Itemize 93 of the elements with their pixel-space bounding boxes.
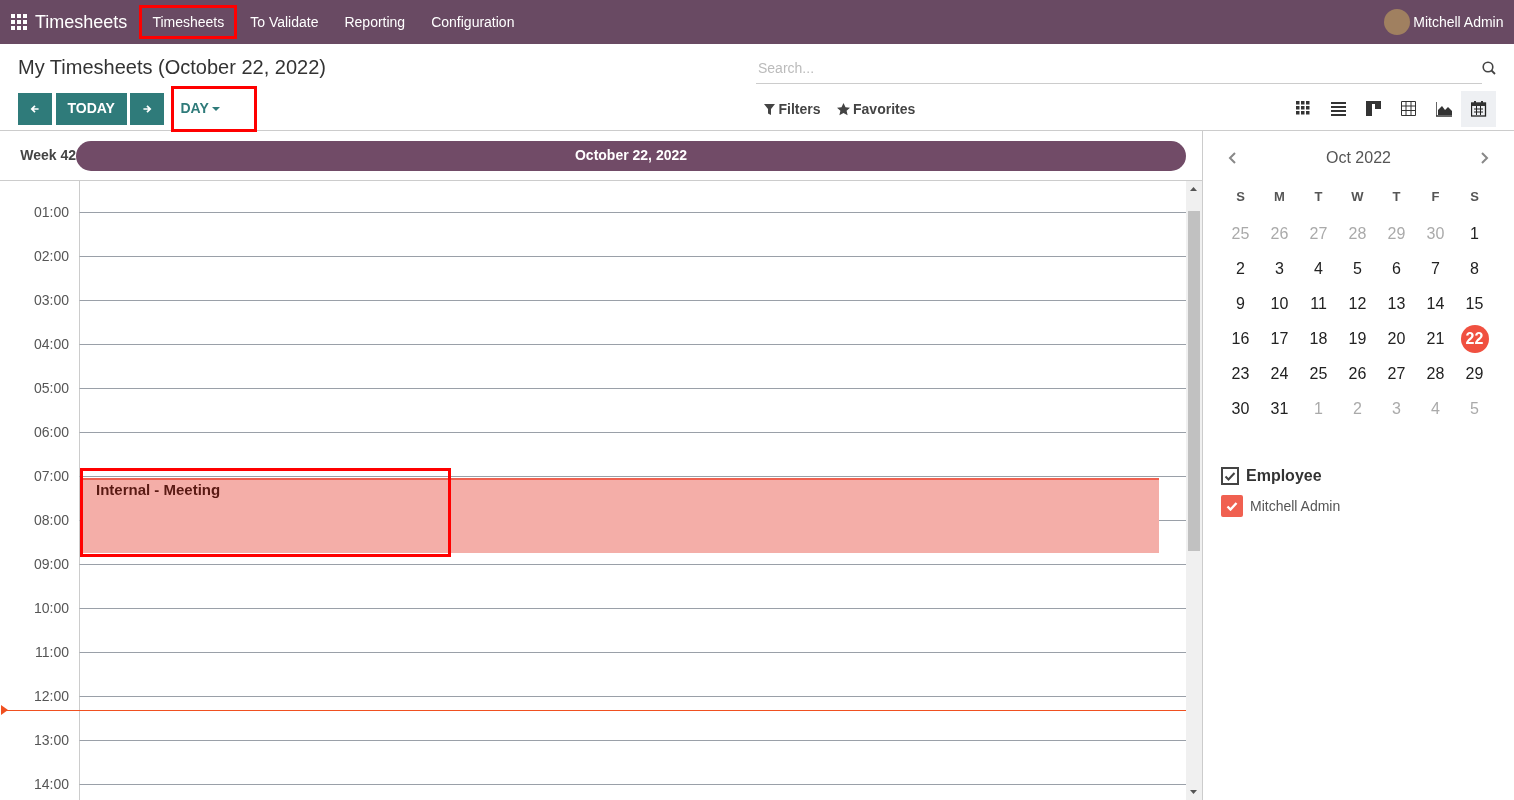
weekday-label: M (1273, 188, 1286, 207)
calendar-day[interactable]: 16 (1231, 329, 1250, 347)
weekday-label: T (1391, 188, 1402, 207)
calendar-day[interactable]: 24 (1270, 364, 1289, 382)
calendar-day[interactable]: 5 (1353, 259, 1362, 277)
checkbox[interactable] (1221, 495, 1243, 517)
menu-item[interactable]: Reporting (331, 5, 419, 39)
month-title: Oct 2022 (1326, 148, 1391, 168)
calendar-day[interactable]: 1 (1470, 224, 1479, 242)
week-label: Week 42 (19, 146, 76, 165)
filter-group-label: Employee (1246, 466, 1322, 486)
scrollbar[interactable] (1186, 181, 1202, 800)
calendar-day[interactable]: 30 (1231, 399, 1250, 417)
calendar-day[interactable]: 13 (1387, 294, 1406, 312)
check-icon (1226, 501, 1238, 511)
calendar-day[interactable]: 12 (1348, 294, 1367, 312)
app-name[interactable]: Timesheets (35, 8, 128, 36)
calendar-day[interactable]: 21 (1426, 329, 1445, 347)
calendar-day[interactable]: 3 (1275, 259, 1284, 277)
previous-button[interactable] (18, 92, 52, 125)
calendar-day[interactable]: 4 (1314, 259, 1323, 277)
weekday-label: F (1430, 188, 1441, 207)
hour-label: 10:00 (32, 599, 69, 618)
hour-label: 04:00 (32, 335, 69, 354)
view-switch-button[interactable] (1461, 91, 1496, 127)
hour-label: 03:00 (32, 291, 69, 310)
calendar-day[interactable]: 31 (1270, 399, 1289, 417)
calendar-day[interactable]: 6 (1392, 259, 1401, 277)
weekday-label: T (1313, 188, 1324, 207)
weekday-label: S (1469, 188, 1480, 207)
calendar-day[interactable]: 28 (1426, 364, 1445, 382)
hour-label: 07:00 (32, 467, 69, 486)
hour-label: 12:00 (32, 687, 69, 706)
calendar-day[interactable]: 25 (1309, 364, 1328, 382)
event-title: Internal - Meeting (96, 480, 221, 500)
weekday-label: W (1350, 188, 1365, 207)
calendar-day[interactable]: 17 (1270, 329, 1289, 347)
current-time-marker-icon (1, 705, 8, 715)
calendar-icon (1470, 101, 1487, 117)
caret-icon (212, 107, 221, 112)
check-icon (1224, 471, 1236, 481)
chevron-left-icon[interactable] (1228, 152, 1237, 164)
scroll-up-icon[interactable] (1190, 187, 1197, 191)
calendar-day[interactable]: 23 (1231, 364, 1250, 382)
scroll-down-icon[interactable] (1190, 790, 1197, 794)
calendar-day[interactable]: 27 (1387, 364, 1406, 382)
hour-label: 02:00 (32, 247, 69, 266)
filters-button[interactable]: Filters (756, 98, 829, 120)
table-icon (1400, 101, 1417, 117)
weekday-label: S (1235, 188, 1246, 207)
app-grid-icon[interactable] (11, 14, 27, 30)
hour-label: 08:00 (32, 511, 69, 530)
calendar-day[interactable]: 7 (1431, 259, 1440, 277)
calendar-day[interactable]: 19 (1348, 329, 1367, 347)
filter-icon (764, 103, 775, 115)
checkbox[interactable] (1221, 467, 1239, 485)
next-button[interactable] (130, 92, 165, 125)
today-button[interactable]: TODAY (55, 92, 127, 125)
hour-label: 05:00 (32, 379, 69, 398)
calendar-day[interactable]: 26 (1348, 364, 1367, 382)
calendar-day[interactable]: 18 (1309, 329, 1328, 347)
menu-item[interactable]: To Validate (237, 5, 332, 39)
area-chart-icon (1435, 101, 1452, 117)
calendar-day[interactable]: 20 (1387, 329, 1406, 347)
filter-label[interactable]: Mitchell Admin (1250, 495, 1341, 517)
calendar-day[interactable]: 15 (1465, 294, 1484, 312)
hour-label: 13:00 (32, 731, 69, 750)
calendar-day[interactable]: 10 (1270, 294, 1289, 312)
calendar-day[interactable]: 9 (1236, 294, 1245, 312)
calendar-day[interactable]: 2 (1236, 259, 1245, 277)
user-name[interactable]: Mitchell Admin (1413, 11, 1504, 33)
bars-icon (1365, 101, 1382, 117)
calendar-day[interactable]: 11 (1310, 294, 1327, 312)
chevron-right-icon[interactable] (1480, 152, 1489, 164)
hour-label: 06:00 (32, 423, 69, 442)
calendar-day[interactable]: 14 (1426, 294, 1445, 312)
calendar-day[interactable]: 29 (1465, 364, 1484, 382)
scale-dropdown[interactable]: DAY (171, 85, 258, 132)
hour-label: 11:00 (34, 643, 69, 662)
calendar-day[interactable]: 8 (1470, 259, 1479, 277)
favorites-button[interactable]: Favorites (828, 98, 924, 120)
page-title: My Timesheets (October 22, 2022) (18, 55, 327, 80)
hour-label: 14:00 (32, 775, 69, 794)
day-header: October 22, 2022 (76, 140, 1186, 171)
list-icon (1330, 101, 1347, 117)
hour-label: 09:00 (32, 555, 69, 574)
search-icon[interactable] (1482, 61, 1496, 75)
hour-label: 01:00 (32, 203, 69, 222)
menu-item[interactable]: Timesheets (139, 5, 238, 39)
star-icon (836, 102, 850, 116)
calendar-day[interactable]: 22 (1460, 324, 1489, 353)
grid-icon (1295, 101, 1312, 117)
menu-item[interactable]: Configuration (418, 5, 528, 39)
